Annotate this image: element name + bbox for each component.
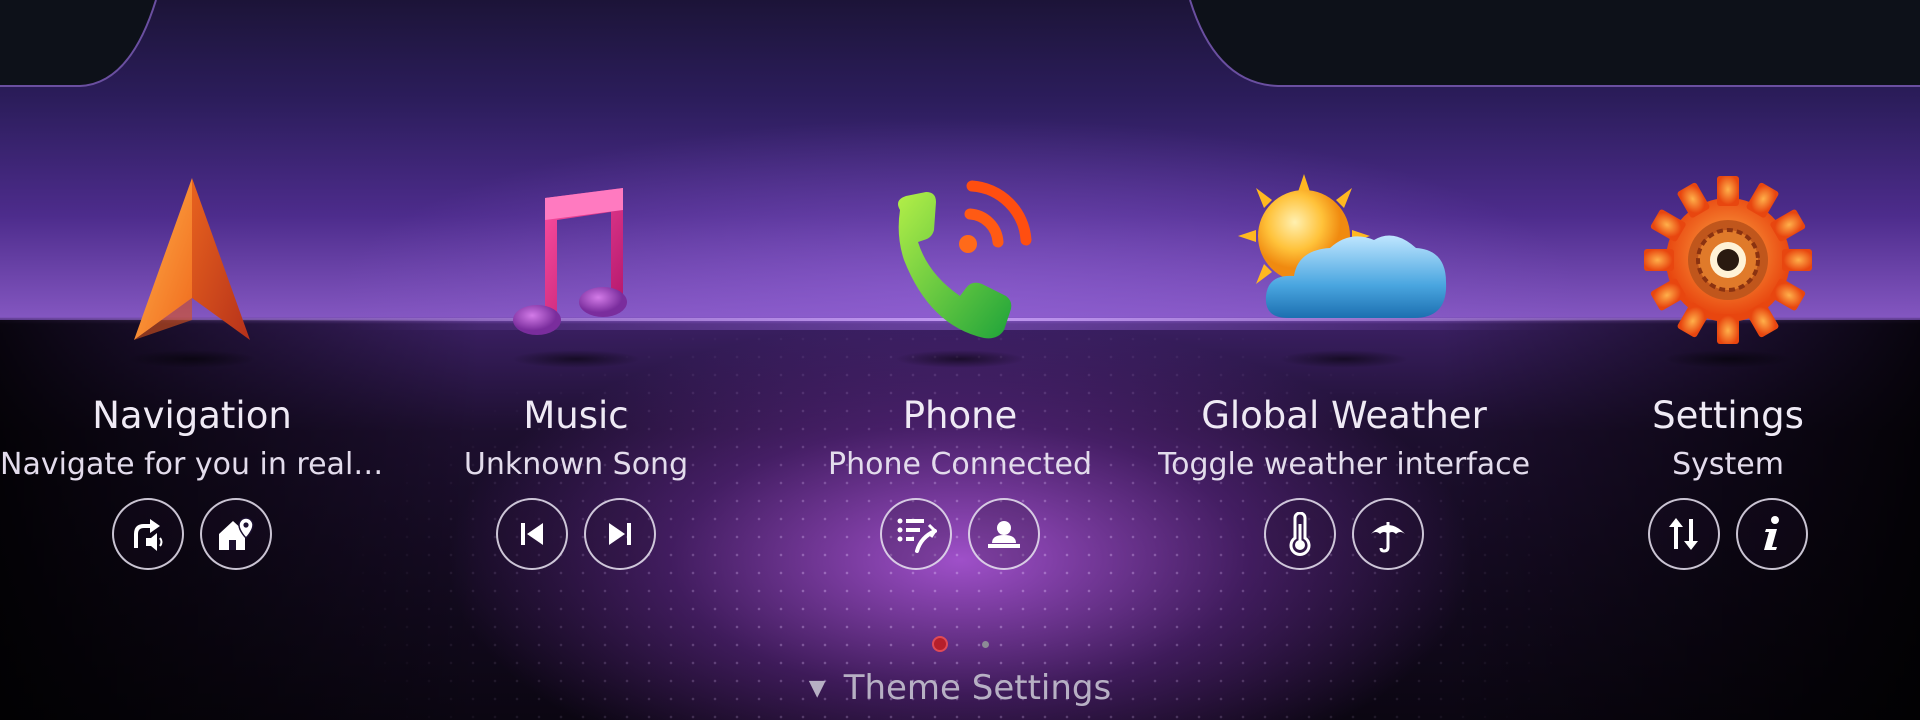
page-indicator — [0, 636, 1920, 652]
thermometer-icon — [1289, 512, 1311, 556]
app-tile-global-weather[interactable]: Global Weather Toggle weather interface — [1152, 160, 1536, 580]
info-icon — [1764, 516, 1779, 550]
previous-track-button[interactable] — [496, 498, 568, 570]
up-down-arrows-icon — [1669, 518, 1698, 550]
phone-wireless-icon[interactable] — [850, 160, 1070, 368]
app-tile-phone[interactable]: Phone Phone Connected — [768, 160, 1152, 580]
app-title: Music — [523, 394, 629, 437]
app-title: Global Weather — [1201, 394, 1487, 437]
app-tile-navigation[interactable]: Navigation Navigate for you in real time — [0, 160, 384, 580]
app-subtitle: Phone Connected — [827, 447, 1092, 482]
app-subtitle: Navigate for you in real time — [0, 447, 384, 482]
contact-icon — [988, 521, 1020, 548]
app-tile-music[interactable]: Music Unknown Song — [384, 160, 768, 580]
page-dot[interactable] — [981, 640, 989, 648]
app-tile-settings[interactable]: Settings System — [1536, 160, 1920, 580]
app-subtitle: Unknown Song — [463, 447, 689, 482]
theme-settings-label: Theme Settings — [843, 668, 1112, 708]
app-title: Navigation — [92, 394, 292, 437]
app-title: Phone — [902, 394, 1018, 437]
next-track-button[interactable] — [584, 498, 656, 570]
music-note-icon[interactable] — [466, 160, 686, 368]
voice-guidance-button[interactable] — [112, 498, 184, 570]
umbrella-button[interactable] — [1352, 498, 1424, 570]
umbrella-icon — [1371, 522, 1405, 553]
call-log-icon — [897, 518, 937, 553]
skip-next-icon — [609, 523, 631, 545]
navigation-arrow-icon[interactable] — [82, 160, 302, 368]
top-right-panel — [1189, 0, 1920, 87]
home-location-button[interactable] — [200, 498, 272, 570]
gear-icon[interactable] — [1618, 160, 1838, 368]
home-pin-icon — [219, 517, 254, 550]
turn-voice-icon — [134, 519, 163, 551]
chevron-down-icon: ▼ — [808, 675, 826, 701]
contacts-button[interactable] — [968, 498, 1040, 570]
page-dot-active[interactable] — [931, 636, 948, 652]
sort-button[interactable] — [1648, 498, 1720, 570]
top-left-panel — [0, 0, 157, 87]
app-title: Settings — [1652, 394, 1804, 437]
app-subtitle: System — [1672, 447, 1784, 482]
info-button[interactable] — [1736, 498, 1808, 570]
call-log-button[interactable] — [880, 498, 952, 570]
app-subtitle: Toggle weather interface — [1157, 447, 1531, 482]
sun-cloud-icon[interactable] — [1234, 160, 1454, 368]
skip-previous-icon — [521, 523, 543, 545]
theme-settings-button[interactable]: ▼ Theme Settings — [0, 668, 1920, 708]
temperature-button[interactable] — [1264, 498, 1336, 570]
